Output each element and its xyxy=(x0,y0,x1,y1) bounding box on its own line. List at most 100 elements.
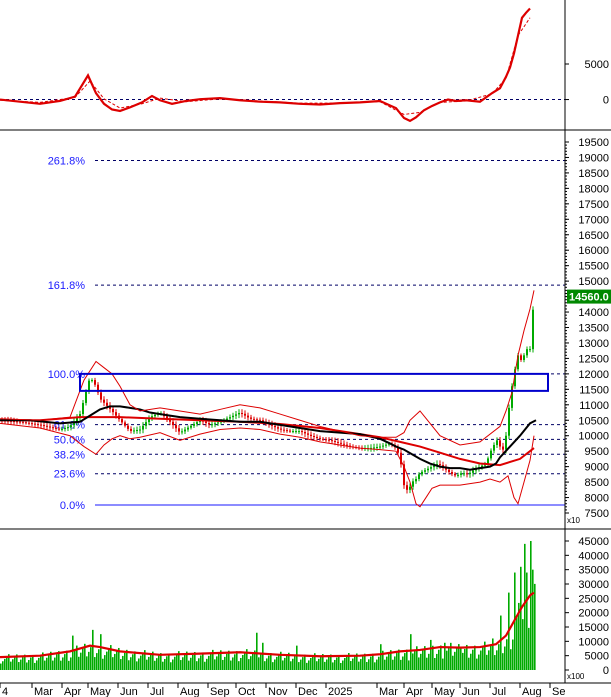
momentum-y-axis: 0 5000 xyxy=(565,59,609,107)
candle-up xyxy=(136,429,138,431)
candle-down xyxy=(94,380,96,385)
candle-up xyxy=(472,470,474,473)
volume-bar xyxy=(162,661,164,670)
volume-bar xyxy=(214,659,216,670)
price-tick-label: 11500 xyxy=(579,384,609,396)
x-tick-label: Aug xyxy=(180,686,200,697)
volume-bar xyxy=(428,653,430,670)
volume-bar xyxy=(510,649,512,670)
candle-up xyxy=(295,431,297,433)
candle-down xyxy=(286,430,288,432)
volume-bar xyxy=(56,654,58,670)
candle-down xyxy=(331,440,333,442)
candle-down xyxy=(250,417,252,419)
volume-bar xyxy=(308,660,310,670)
volume-bar xyxy=(266,658,268,670)
volume-bar xyxy=(92,629,94,670)
volume-bar xyxy=(272,662,274,670)
resistance-box xyxy=(79,372,549,392)
volume-bar xyxy=(470,653,472,670)
candle-up xyxy=(376,446,378,448)
volume-bar xyxy=(128,660,130,670)
x-tick-label: Oct xyxy=(238,686,255,697)
volume-bar xyxy=(400,659,402,670)
volume-bar xyxy=(482,646,484,670)
volume-bar xyxy=(300,659,302,670)
price-tick-label: 14000 xyxy=(578,307,609,319)
candle-down xyxy=(55,427,57,429)
price-tick-label: 9000 xyxy=(585,462,609,474)
volume-bar xyxy=(466,644,468,670)
volume-bar xyxy=(218,653,220,670)
resistance-box-rect xyxy=(79,372,549,392)
momentum-tick-label: 0 xyxy=(603,95,609,107)
candle-up xyxy=(91,380,93,382)
candle-down xyxy=(178,428,180,432)
x-tick-label: Se xyxy=(552,686,565,697)
fibonacci-label: 261.8% xyxy=(48,156,86,168)
candle-down xyxy=(43,425,45,427)
volume-bar xyxy=(10,661,12,670)
candlesticks xyxy=(1,306,534,494)
volume-bar xyxy=(54,657,56,670)
candle-down xyxy=(328,439,330,441)
x-tick-label: Aug xyxy=(522,686,542,697)
candle-up xyxy=(463,473,465,475)
candle-up xyxy=(85,391,87,403)
volume-bar xyxy=(452,655,454,670)
x-tick-label: Nov xyxy=(268,686,288,697)
volume-bar xyxy=(532,569,534,670)
volume-tick-label: 35000 xyxy=(578,565,609,577)
volume-bar xyxy=(164,658,166,670)
volume-bar xyxy=(198,658,200,670)
volume-bar xyxy=(494,655,496,670)
volume-bar xyxy=(240,658,242,670)
volume-bar xyxy=(98,649,100,670)
volume-bar xyxy=(90,647,92,670)
candle-down xyxy=(304,431,306,434)
candle-up xyxy=(298,431,300,433)
x-tick-label: Mar xyxy=(379,686,398,697)
volume-bar xyxy=(68,660,70,670)
volume-bar xyxy=(496,650,498,670)
volume-bar xyxy=(310,657,312,670)
volume-bar xyxy=(388,653,390,670)
volume-panel: 0 5000 10000 15000 20000 25000 30000 35000 40000… xyxy=(0,536,609,681)
volume-bar xyxy=(22,657,24,670)
volume-bar xyxy=(140,655,142,670)
volume-bar xyxy=(278,654,280,670)
fibonacci-label: 0.0% xyxy=(60,500,85,512)
candle-down xyxy=(40,424,42,426)
volume-bar xyxy=(174,656,176,670)
candle-up xyxy=(217,422,219,424)
candle-up xyxy=(190,425,192,428)
volume-bar xyxy=(166,656,168,670)
volume-bar xyxy=(64,654,66,670)
candle-down xyxy=(241,412,243,414)
volume-bar xyxy=(200,655,202,670)
volume-bar xyxy=(488,650,490,670)
price-tick-label: 7500 xyxy=(585,508,609,520)
volume-bar xyxy=(80,652,82,670)
candle-up xyxy=(154,414,156,417)
volume-bar xyxy=(502,653,504,670)
volume-bar xyxy=(430,639,432,670)
volume-bar xyxy=(460,647,462,670)
volume-bar xyxy=(284,657,286,670)
candle-down xyxy=(103,399,105,403)
volume-bar xyxy=(150,654,152,670)
candle-down xyxy=(337,441,339,443)
volume-bar xyxy=(392,659,394,670)
x-tick-label: May xyxy=(434,686,455,697)
volume-bar xyxy=(290,661,292,670)
price-tick-label: 19500 xyxy=(578,137,609,149)
candle-down xyxy=(301,431,303,433)
last-price-label: 14560.0 xyxy=(569,292,609,304)
volume-ma-polyline xyxy=(0,591,535,659)
volume-bar xyxy=(190,657,192,670)
volume-bar xyxy=(386,656,388,670)
candle-down xyxy=(313,436,315,438)
candle-up xyxy=(229,417,231,419)
volume-bar xyxy=(104,655,106,670)
volume-bar xyxy=(226,653,228,670)
